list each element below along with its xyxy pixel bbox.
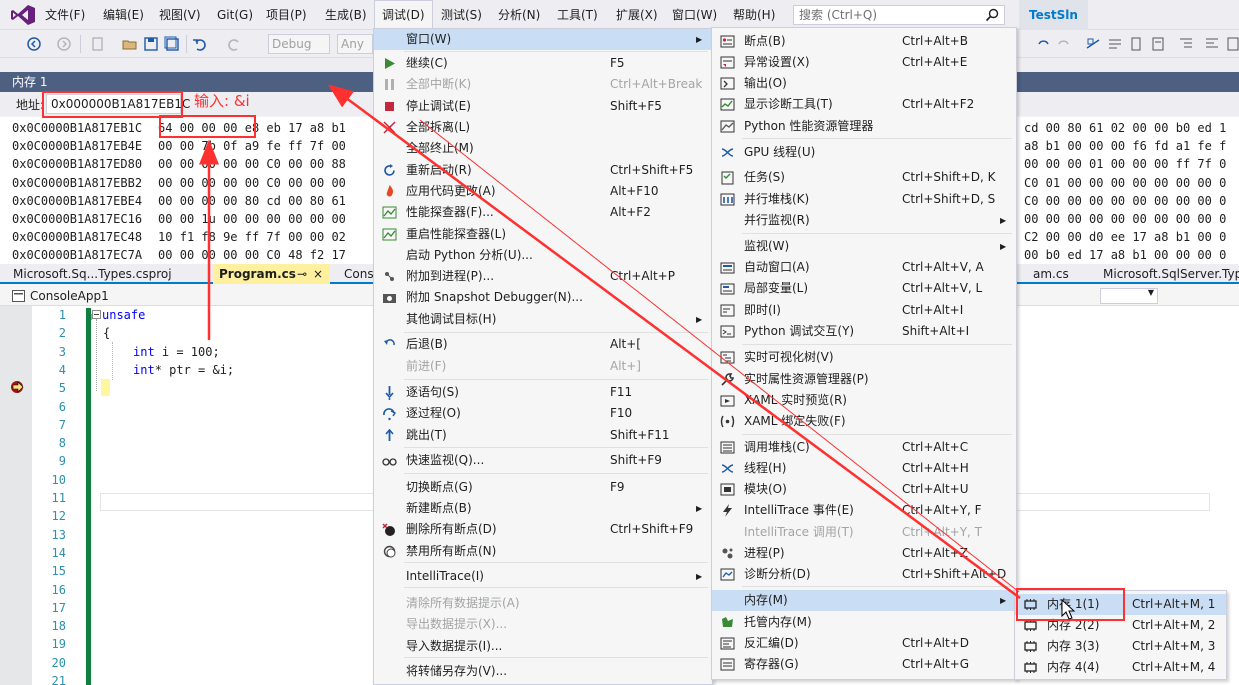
mouse-cursor-icon: [1061, 598, 1076, 620]
address-highlight-box: [42, 91, 183, 118]
annotation-text: 输入: &i: [194, 92, 250, 110]
arrow-thin-line: [419, 119, 1020, 593]
annotation-layer: 输入: &i: [42, 84, 1125, 621]
bytes-highlight-box: [159, 115, 256, 138]
arrow-to-memory-window: [327, 84, 1021, 600]
